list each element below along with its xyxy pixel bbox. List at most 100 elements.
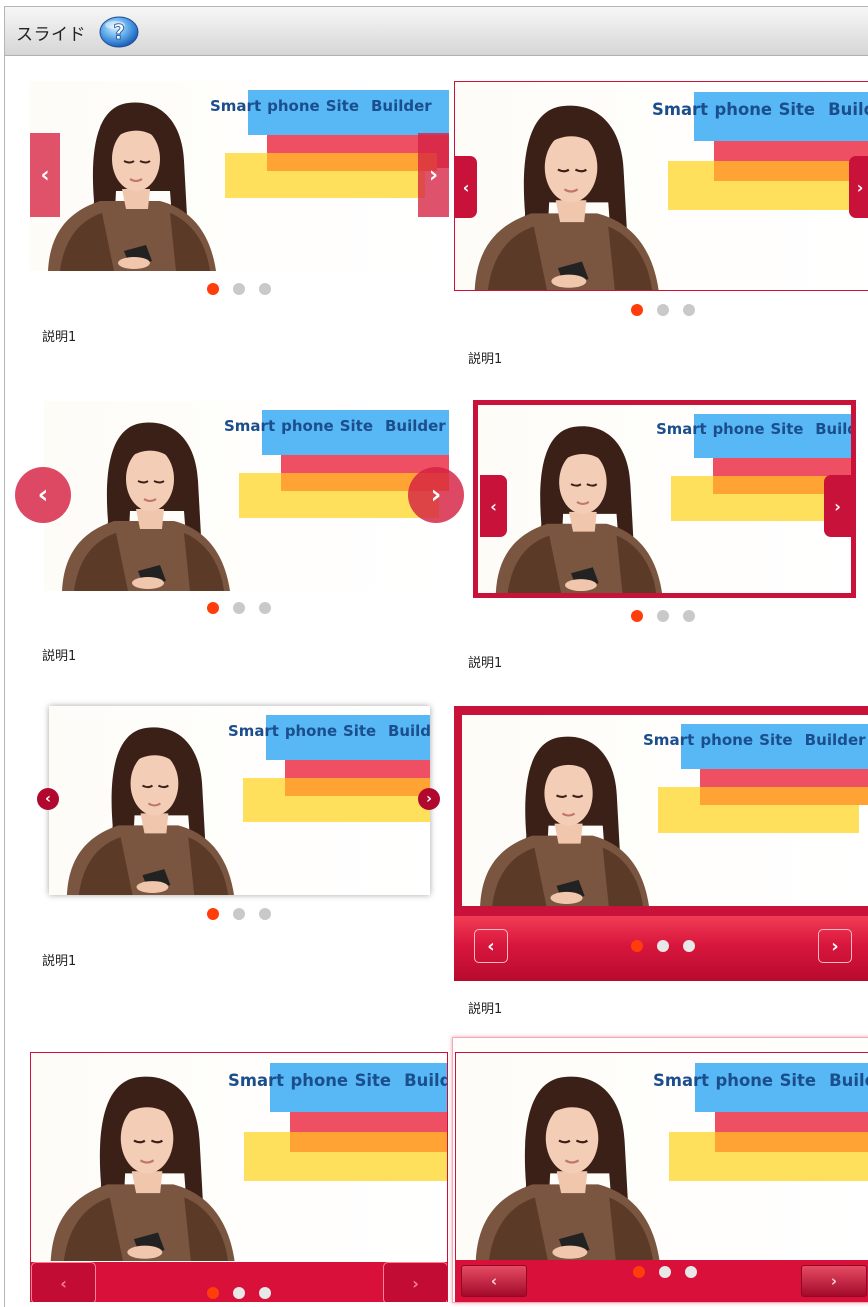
pager-dot[interactable] [207,602,219,614]
brand-word: Builder [371,97,432,115]
pager-dot[interactable] [683,940,695,952]
chevron-right-icon: › [831,935,839,957]
pager-dot[interactable] [633,1266,645,1278]
control-bar: ‹ › [455,1260,868,1302]
slide-image: SmartphoneSiteBuilder [31,1053,447,1261]
woman-photo [475,1076,660,1261]
slide-image: SmartphoneSiteBuilder [478,405,851,593]
chevron-left-icon: ‹ [487,935,495,957]
woman-photo [480,736,649,906]
pager-dot[interactable] [207,283,219,295]
chevron-right-icon: › [430,480,442,510]
woman-photo [50,1076,235,1261]
next-button[interactable]: › [849,156,868,218]
pager-dot[interactable] [631,940,643,952]
pager-dot[interactable] [259,283,271,295]
chevron-left-icon: ‹ [490,496,497,516]
chevron-left-icon: ‹ [490,1272,498,1290]
chevron-right-icon: › [412,1273,419,1293]
brand-word: Builder [385,417,446,435]
pager-dot[interactable] [207,1287,219,1299]
slide-image: SmartphoneSiteBuilder [462,715,868,906]
next-button[interactable]: › [818,929,852,963]
pager-dot[interactable] [207,908,219,920]
prev-button[interactable]: ‹ [461,1265,527,1297]
prev-button[interactable]: ‹ [455,156,477,218]
slider-4[interactable]: SmartphoneSiteBuilder ‹ › [473,400,856,598]
panel-title: スライド [16,25,86,45]
pager-dot[interactable] [631,610,643,622]
next-button[interactable]: › [408,467,464,523]
banner-bar-orange [290,1131,447,1152]
slide-image: SmartphoneSiteBuilder [49,706,430,895]
pager-dot[interactable] [657,610,669,622]
chevron-right-icon: › [830,1272,838,1290]
brand-word: Site [759,731,793,750]
banner-bar-orange [267,153,437,171]
chevron-left-icon: ‹ [462,177,470,197]
slide-caption: 説明1 [42,649,77,664]
slider-7[interactable]: SmartphoneSiteBuilder ‹ › [30,1052,448,1302]
brand-word: Builder [804,731,866,750]
chevron-left-icon: ‹ [37,480,49,510]
pager-dot[interactable] [631,304,643,316]
pager-dot[interactable] [683,610,695,622]
chevron-left-icon: ‹ [45,791,51,807]
slide-image: SmartphoneSiteBuilder [455,1052,868,1262]
next-button[interactable]: › [824,475,851,537]
pager-dots [631,610,701,624]
brand-word: Site [779,1070,817,1090]
pager-dot[interactable] [259,908,271,920]
prev-button[interactable]: ‹ [30,133,60,217]
prev-button[interactable]: ‹ [15,467,71,523]
pager-dot[interactable] [657,304,669,316]
pager-dot[interactable] [233,908,245,920]
chevron-right-icon: › [426,791,432,807]
slider-6[interactable]: Smart phone Site Builder ‹ › [454,706,868,981]
pager-dot[interactable] [259,1287,271,1299]
next-button[interactable]: › [418,133,449,217]
woman-photo [495,426,663,593]
pager-dot[interactable] [233,1287,245,1299]
woman-photo [48,102,216,271]
slider-3[interactable]: Smart phone Site Builder [44,401,449,591]
slider-5[interactable]: SmartphoneSiteBuilder [49,706,430,895]
help-question-icon[interactable]: ? [99,16,139,48]
slide-caption: 説明1 [468,352,503,367]
brand-word: Builder [815,420,851,438]
brand-word: Builder [388,721,430,740]
slider-1[interactable]: Smart phone Site Builder ‹ › [30,81,449,271]
slider-2[interactable]: SmartphoneSiteBuilder ‹ › [454,81,868,291]
banner-bar-orange [700,787,868,806]
slide-image: SmartphoneSiteBuilder [30,81,449,271]
pager-dots [207,908,277,922]
slide-image: SmartphoneSiteBuilder [455,82,868,290]
pager-dot[interactable] [683,304,695,316]
pager-dot[interactable] [233,283,245,295]
pager-dot[interactable] [233,602,245,614]
pager-dot[interactable] [685,1266,697,1278]
pager-dots [207,1287,277,1301]
next-button[interactable]: › [418,788,440,810]
brand-word: Builder [404,1070,447,1090]
slider-8[interactable]: SmartphoneSiteBuilder ‹ › [452,1037,868,1303]
pager-dot[interactable] [259,602,271,614]
next-button[interactable]: › [383,1262,447,1302]
prev-button[interactable]: ‹ [480,475,507,537]
brand-word: Site [778,99,816,119]
next-button[interactable]: › [801,1265,867,1297]
svg-text:?: ? [113,20,125,44]
pager-dots [207,283,277,297]
woman-photo [474,105,659,290]
pager-dots [631,940,701,954]
prev-button[interactable]: ‹ [31,1262,96,1302]
prev-button[interactable]: ‹ [474,929,508,963]
pager-dot[interactable] [657,940,669,952]
pager-dot[interactable] [659,1266,671,1278]
brand-word: Site [354,1070,392,1090]
slide-caption: 説明1 [42,954,77,969]
chevron-right-icon: › [428,162,439,188]
prev-button[interactable]: ‹ [37,788,59,810]
control-bar: ‹ › [454,916,868,981]
banner-bar-orange [715,1131,868,1152]
